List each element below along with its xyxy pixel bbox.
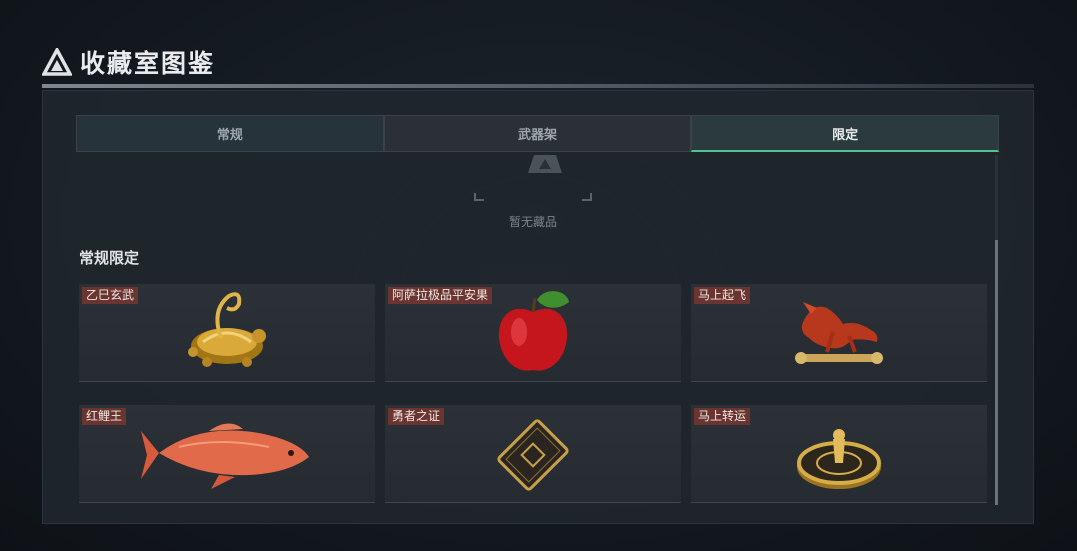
collection-card[interactable]: 乙巳玄武 xyxy=(79,284,375,382)
section-title: 常规限定 xyxy=(79,249,140,267)
scrollbar-thumb[interactable] xyxy=(995,240,998,505)
item-name: 马上起飞 xyxy=(694,287,751,304)
tab-label: 常规 xyxy=(216,128,243,143)
collection-card[interactable]: 马上转运 xyxy=(691,405,987,503)
bracket-left xyxy=(474,193,484,201)
tab-regular[interactable]: 常规 xyxy=(76,115,384,152)
item-name: 阿萨拉极品平安果 xyxy=(388,287,493,304)
gold-card-icon xyxy=(497,419,569,491)
red-horse-statue-icon xyxy=(795,302,883,364)
red-apple-icon xyxy=(498,291,569,371)
tab-label: 限定 xyxy=(832,127,859,143)
tab-label: 武器架 xyxy=(518,128,558,143)
empty-text: 暂无藏品 xyxy=(508,215,557,229)
collection-card[interactable]: 红鲤王 xyxy=(79,405,375,503)
item-name: 马上转运 xyxy=(694,408,751,425)
collection-card[interactable]: 马上起飞 xyxy=(691,284,987,382)
tab-limited[interactable]: 限定 xyxy=(691,115,1000,152)
item-name: 乙巳玄武 xyxy=(82,287,139,304)
page-header: 收藏室图鉴 xyxy=(42,44,215,80)
golden-wheel-icon xyxy=(797,429,881,489)
page-title: 收藏室图鉴 xyxy=(80,49,216,78)
tab-weapon-rack[interactable]: 武器架 xyxy=(383,115,692,152)
tab-bar: 常规 武器架 限定 xyxy=(76,115,1000,152)
collection-card[interactable]: 勇者之证 xyxy=(385,405,681,503)
delta-logo-icon xyxy=(42,48,72,76)
bracket-right xyxy=(582,193,592,201)
red-carp-icon xyxy=(141,423,309,489)
empty-state: 暂无藏品 xyxy=(470,155,620,235)
golden-tortoise-snake-icon xyxy=(188,292,266,367)
title-divider xyxy=(42,84,1034,88)
collection-card[interactable]: 阿萨拉极品平安果 xyxy=(385,284,681,382)
item-name: 红鲤王 xyxy=(82,408,127,425)
item-name: 勇者之证 xyxy=(388,408,445,425)
empty-logo-icon xyxy=(528,155,562,173)
